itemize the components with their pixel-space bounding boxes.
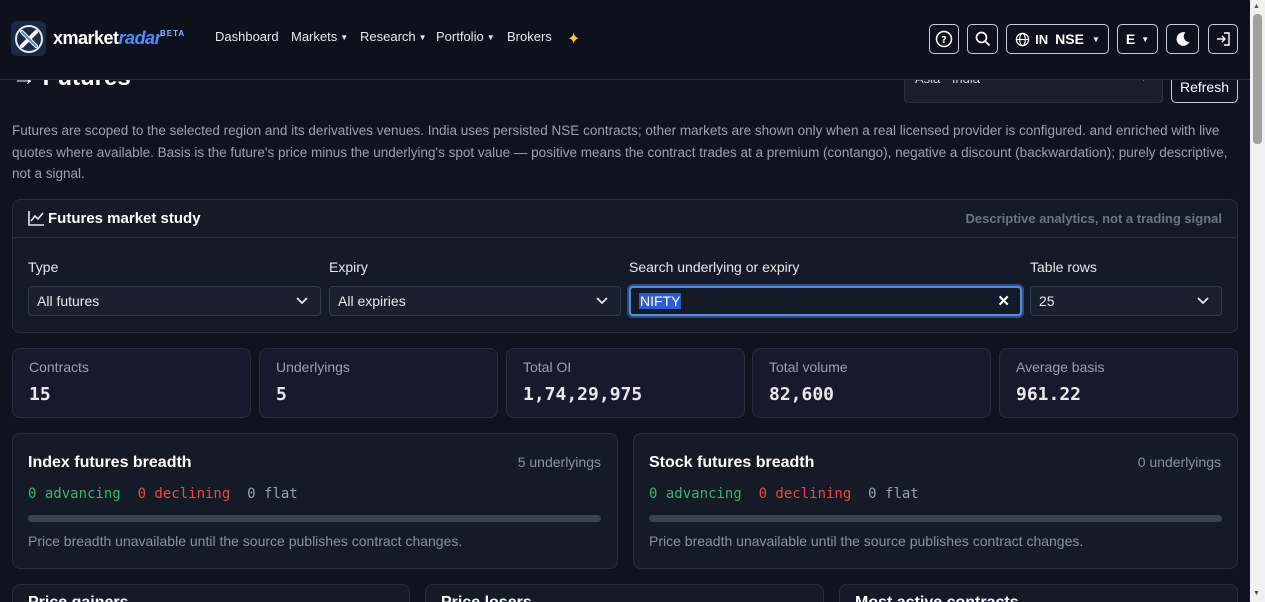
stat-card-total-oi: Total OI 1,74,29,975 [506, 348, 745, 418]
breadth-summary: 0 advancing 0 declining 0 flat [649, 486, 919, 502]
flat-count: 0 flat [247, 486, 298, 502]
stock-futures-breadth-card: Stock futures breadth 0 underlyings 0 ad… [633, 433, 1238, 569]
language-selector[interactable]: E ▼ [1117, 24, 1158, 54]
nav-dashboard[interactable]: Dashboard [215, 29, 279, 44]
scrollbar-thumb[interactable] [1253, 14, 1262, 144]
trending-chart-icon [28, 211, 44, 226]
study-header: Futures market study Descriptive analyti… [13, 200, 1237, 238]
beta-badge: BETA [160, 29, 186, 38]
x-logo-icon [14, 24, 43, 53]
theme-toggle[interactable] [1166, 24, 1199, 54]
chevron-down-icon [1197, 297, 1209, 305]
chevron-down-icon [296, 297, 308, 305]
table-rows-value: 25 [1039, 293, 1055, 309]
type-label: Type [28, 259, 59, 275]
caret-down-icon: ▼ [418, 33, 427, 42]
search-input[interactable]: NIFTY ✕ [629, 286, 1022, 316]
table-rows-label: Table rows [1030, 259, 1097, 275]
caret-down-icon: ▼ [1141, 34, 1150, 44]
nav-portfolio[interactable]: Portfolio ▼ [436, 29, 495, 44]
caret-down-icon: ▼ [486, 33, 495, 42]
breadth-title: Stock futures breadth [649, 454, 815, 471]
table-rows-select[interactable]: 25 [1030, 286, 1222, 316]
expiry-select[interactable]: All expiries [329, 286, 621, 316]
stat-label: Total volume [769, 359, 848, 375]
type-select-value: All futures [37, 293, 100, 309]
study-title: Futures market study [48, 210, 201, 227]
top-navbar: xmarketradar BETA Dashboard Markets ▼ Res… [0, 0, 1250, 80]
breadth-count: 0 underlyings [1137, 454, 1221, 470]
flat-count: 0 flat [868, 486, 919, 502]
futures-market-study-panel: Futures market study Descriptive analyti… [12, 199, 1238, 333]
stat-card-underlyings: Underlyings 5 [259, 348, 498, 418]
brand-name[interactable]: xmarketradar [53, 28, 162, 49]
advancing-count: 0 advancing [649, 486, 742, 502]
expiry-label: Expiry [329, 259, 368, 275]
card-title: Most active contracts [855, 594, 1019, 602]
scroll-up-arrow-icon[interactable]: ▲ [1253, 3, 1260, 10]
type-select[interactable]: All futures [28, 286, 321, 316]
page-description: Futures are scoped to the selected regio… [12, 123, 1228, 181]
stat-label: Underlyings [276, 359, 350, 375]
stat-value: 1,74,29,975 [523, 384, 643, 405]
help-icon: ? [935, 30, 953, 48]
clear-icon[interactable]: ✕ [997, 292, 1010, 310]
stat-value: 961.22 [1016, 384, 1082, 405]
page-scrollbar[interactable]: ▲ ▼ [1250, 0, 1265, 602]
card-title: Price gainers [28, 594, 129, 602]
stat-card-average-basis: Average basis 961.22 [999, 348, 1238, 418]
stat-value: 5 [276, 384, 287, 405]
breadth-title: Index futures breadth [28, 454, 192, 471]
language-value: E [1125, 31, 1136, 47]
advancing-count: 0 advancing [28, 486, 121, 502]
market-selector[interactable]: IN NSE ▼ [1006, 24, 1109, 54]
declining-count: 0 declining [758, 486, 852, 502]
breadth-note: Price breadth unavailable until the sour… [28, 533, 463, 549]
market-country: IN [1035, 31, 1049, 47]
search-label: Search underlying or expiry [629, 259, 800, 275]
stat-card-total-volume: Total volume 82,600 [752, 348, 991, 418]
breadth-count: 5 underlyings [517, 454, 601, 470]
breadth-bar [28, 515, 601, 522]
caret-down-icon: ▼ [340, 33, 349, 42]
nav-research[interactable]: Research ▼ [360, 29, 427, 44]
stat-value: 15 [29, 384, 51, 405]
chevron-down-icon [596, 297, 608, 305]
sign-in-icon [1217, 32, 1230, 46]
search-button[interactable] [967, 24, 998, 54]
card-title: Price losers [441, 594, 532, 602]
breadth-summary: 0 advancing 0 declining 0 flat [28, 486, 298, 502]
expiry-select-value: All expiries [338, 293, 406, 309]
logo[interactable] [11, 21, 46, 56]
declining-count: 0 declining [137, 486, 231, 502]
index-futures-breadth-card: Index futures breadth 5 underlyings 0 ad… [12, 433, 618, 569]
stat-value: 82,600 [769, 384, 835, 405]
study-note: Descriptive analytics, not a trading sig… [965, 211, 1222, 226]
search-icon [975, 31, 990, 47]
stat-card-contracts: Contracts 15 [12, 348, 251, 418]
globe-icon [1015, 32, 1030, 46]
search-input-value: NIFTY [639, 293, 682, 309]
moon-icon [1176, 32, 1189, 46]
price-gainers-card: Price gainers [12, 584, 410, 602]
sparkle-icon[interactable]: ✦ [567, 29, 580, 49]
nav-brokers[interactable]: Brokers [507, 29, 552, 44]
stat-label: Contracts [29, 359, 89, 375]
price-losers-card: Price losers [425, 584, 824, 602]
stat-label: Total OI [523, 359, 572, 375]
caret-down-icon: ▼ [1091, 34, 1100, 44]
most-active-contracts-card: Most active contracts [839, 584, 1238, 602]
help-button[interactable]: ? [929, 24, 959, 54]
breadth-bar [649, 515, 1222, 522]
login-button[interactable] [1208, 24, 1238, 54]
nav-markets[interactable]: Markets ▼ [291, 29, 348, 44]
breadth-note: Price breadth unavailable until the sour… [649, 533, 1084, 549]
stat-label: Average basis [1016, 359, 1105, 375]
svg-text:?: ? [941, 35, 947, 46]
scroll-down-arrow-icon[interactable]: ▼ [1253, 590, 1260, 597]
market-exchange: NSE [1055, 31, 1084, 47]
